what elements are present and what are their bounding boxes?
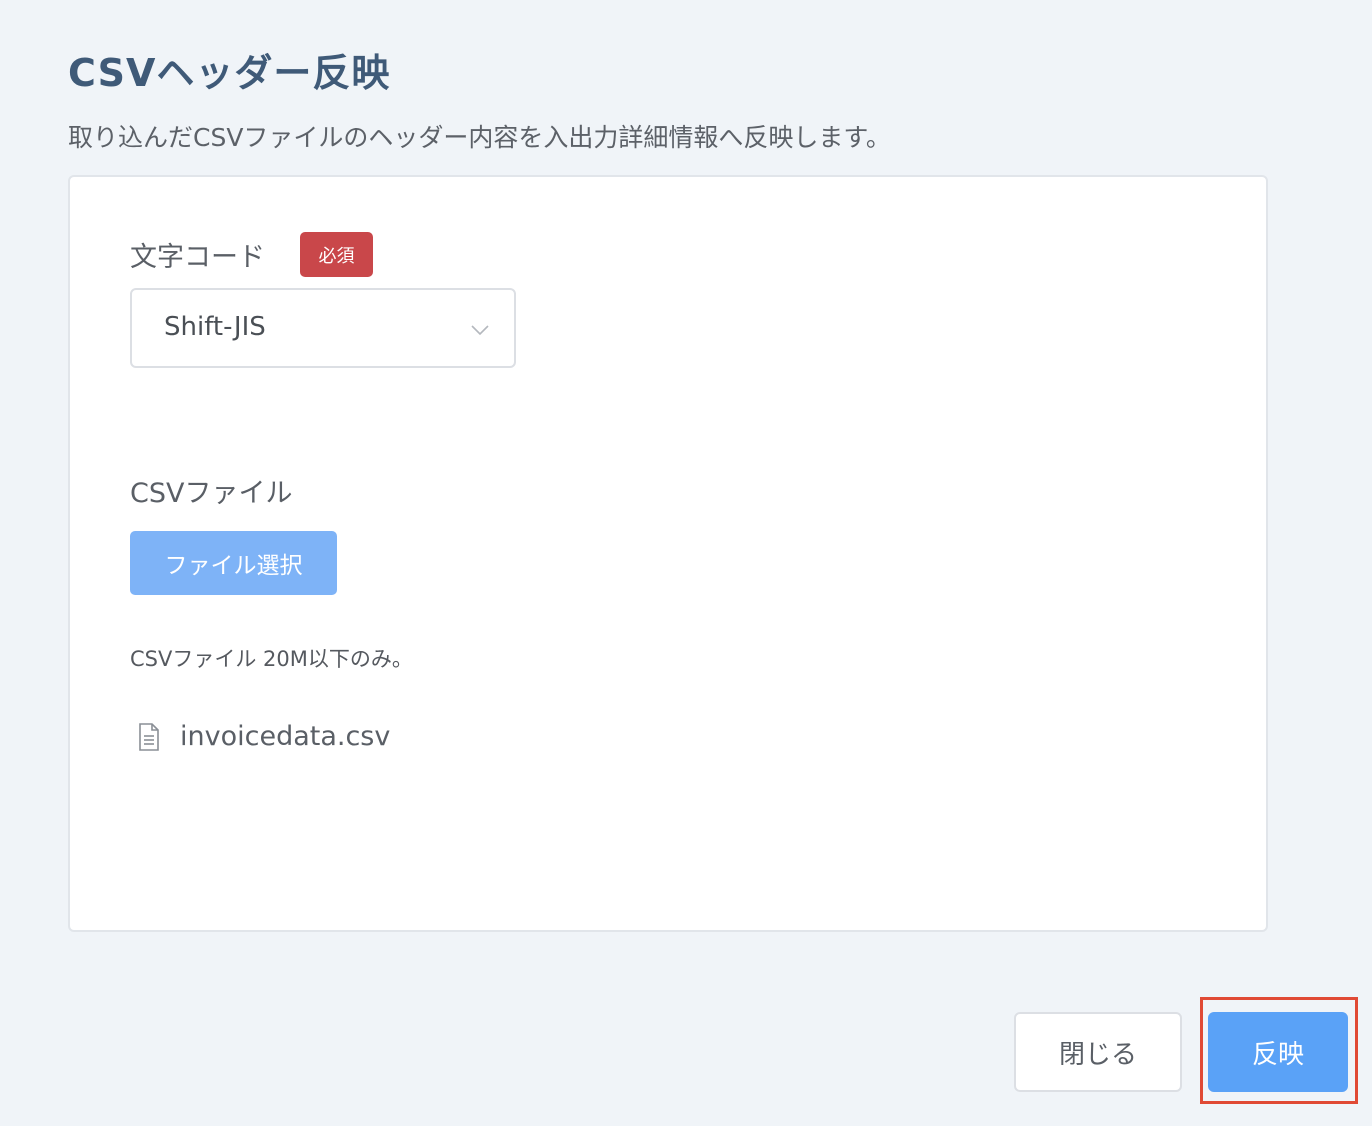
encoding-label: 文字コード (130, 242, 265, 273)
page-description: 取り込んだCSVファイルのヘッダー内容を入出力詳細情報へ反映します。 (68, 123, 891, 152)
document-icon (139, 722, 159, 751)
csv-header-dialog: CSVヘッダー反映 取り込んだCSVファイルのヘッダー内容を入出力詳細情報へ反映… (0, 0, 1372, 1126)
chevron-down-icon (471, 325, 489, 336)
file-size-hint: CSVファイル 20M以下のみ。 (130, 647, 413, 671)
apply-button[interactable]: 反映 (1208, 1012, 1348, 1092)
page-title: CSVヘッダー反映 (68, 51, 391, 95)
encoding-select[interactable]: Shift-JIS (130, 288, 516, 368)
required-badge: 必須 (300, 232, 373, 277)
uploaded-file-item[interactable]: invoicedata.csv (138, 721, 390, 752)
form-card: 文字コード 必須 Shift-JIS CSVファイル ファイル選択 CSVファイ… (68, 175, 1268, 932)
file-select-button[interactable]: ファイル選択 (130, 531, 337, 595)
close-button[interactable]: 閉じる (1014, 1012, 1182, 1092)
file-name: invoicedata.csv (180, 721, 391, 752)
encoding-select-value: Shift-JIS (164, 312, 266, 342)
csv-file-label: CSVファイル (130, 478, 293, 509)
